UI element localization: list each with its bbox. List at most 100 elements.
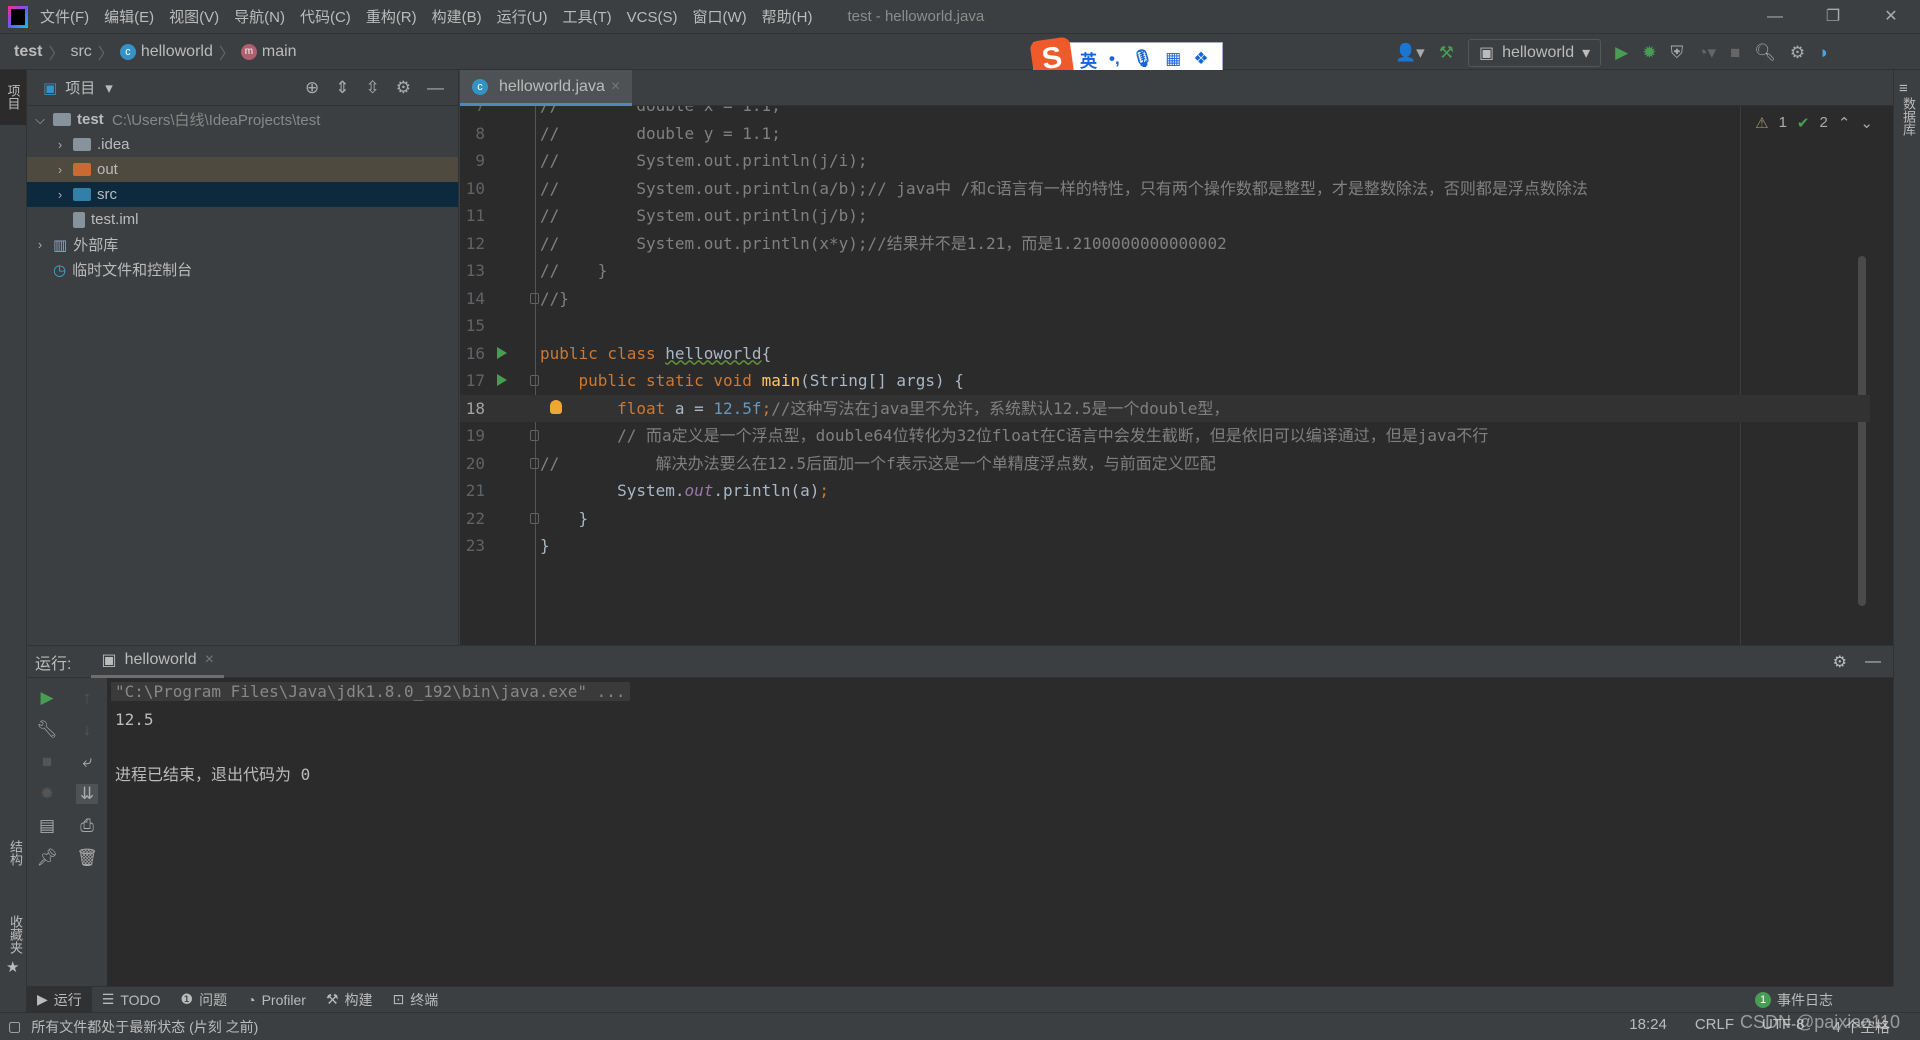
line-number[interactable]: 19: [460, 422, 485, 450]
project-view-select[interactable]: 项目: [65, 77, 95, 98]
chevron-down-icon[interactable]: ⌵: [33, 112, 47, 128]
apps-icon[interactable]: ❖: [1193, 49, 1208, 69]
tab-helloworld-java[interactable]: c helloworld.java ×: [460, 70, 633, 106]
tree-item-scratches[interactable]: ◷ 临时文件和控制台: [27, 257, 458, 282]
status-toggle-icon[interactable]: ▢: [8, 1018, 21, 1035]
tree-item-idea[interactable]: › .idea: [27, 132, 458, 157]
arrow-up-icon[interactable]: ↑: [83, 688, 92, 708]
code-line[interactable]: 12 // System.out.println(x*y);//结果并不是1.21…: [460, 230, 1870, 258]
minimize-button[interactable]: —: [1746, 0, 1804, 34]
scroll-to-end-icon[interactable]: ⇊: [75, 784, 99, 804]
chevron-down-icon[interactable]: ⌄: [1860, 114, 1873, 132]
tree-item-external-libs[interactable]: › ▥ 外部库: [27, 232, 458, 257]
line-number[interactable]: 15: [460, 312, 485, 340]
search-icon[interactable]: 🔍︎: [1754, 43, 1776, 63]
code-line[interactable]: 19 // 而a定义是一个浮点型，double64位转化为32位float在C语…: [460, 422, 1870, 450]
crumb-class[interactable]: helloworld: [141, 43, 213, 61]
stripe-database[interactable]: ≡ 数据库: [1894, 70, 1920, 150]
gear-icon[interactable]: ⚙: [396, 78, 411, 98]
code-area[interactable]: 7 // double x = 1.1; 8 // double y = 1.1; 9 /…: [460, 106, 1870, 645]
menu-file[interactable]: 文件(F): [40, 9, 89, 26]
debug-icon[interactable]: ✹: [40, 784, 54, 804]
stripe-structure[interactable]: 结构: [6, 840, 25, 870]
code-line[interactable]: 15: [460, 312, 1870, 340]
stop-icon[interactable]: ■: [42, 752, 52, 772]
line-number[interactable]: 7: [460, 106, 485, 120]
fold-icon[interactable]: [530, 512, 539, 524]
locate-icon[interactable]: ⊕: [305, 78, 319, 98]
run-icon[interactable]: ▶: [1615, 43, 1628, 63]
trash-icon[interactable]: 🗑︎: [76, 848, 98, 868]
code-line[interactable]: 22 }: [460, 505, 1870, 533]
code-line[interactable]: 7 // double x = 1.1;: [460, 106, 1870, 120]
line-number[interactable]: 14: [460, 285, 485, 313]
event-log-button[interactable]: 1 事件日志: [1745, 987, 1843, 1013]
line-number[interactable]: 21: [460, 477, 485, 505]
close-icon[interactable]: ×: [205, 651, 214, 669]
chevron-up-icon[interactable]: ⌃: [1838, 114, 1851, 132]
line-separator[interactable]: CRLF: [1695, 1016, 1734, 1037]
fold-icon[interactable]: [530, 375, 539, 386]
chevron-right-icon[interactable]: ›: [53, 137, 67, 152]
tool-tab-build[interactable]: ⚒ 构建: [316, 987, 383, 1013]
code-line[interactable]: 20 // 解决办法要么在12.5后面加一个f表示这是一个单精度浮点数，与前面定义…: [460, 450, 1870, 478]
toolbox-icon[interactable]: ◗: [1819, 43, 1829, 63]
gear-icon[interactable]: ⚙: [1833, 652, 1847, 672]
line-number[interactable]: 20: [460, 450, 485, 478]
tool-tab-todo[interactable]: ☰ TODO: [92, 987, 171, 1013]
caret-position[interactable]: 18:24: [1629, 1016, 1667, 1037]
fold-icon[interactable]: [530, 457, 539, 469]
line-number[interactable]: 23: [460, 532, 485, 560]
soft-wrap-icon[interactable]: ⤶: [82, 752, 92, 772]
code-line[interactable]: 8 // double y = 1.1;: [460, 120, 1870, 148]
inspection-widget[interactable]: ⚠ 1 ✔ 2 ⌃ ⌄: [1755, 114, 1873, 132]
print-icon[interactable]: ⎙: [80, 816, 94, 836]
code-line[interactable]: 14 //}: [460, 285, 1870, 313]
hide-icon[interactable]: —: [427, 78, 444, 98]
line-number[interactable]: 8: [460, 120, 485, 148]
line-number[interactable]: 12: [460, 230, 485, 258]
keyboard-icon[interactable]: ▦: [1165, 49, 1181, 69]
chevron-right-icon[interactable]: ›: [33, 237, 47, 252]
code-line[interactable]: 9 // System.out.println(j/i);: [460, 147, 1870, 175]
ime-mode[interactable]: 英: [1080, 47, 1097, 72]
menu-help[interactable]: 帮助(H): [762, 9, 813, 26]
chevron-down-icon[interactable]: ▾: [105, 79, 113, 97]
code-line[interactable]: 17 public static void main(String[] args…: [460, 367, 1870, 395]
ime-punct[interactable]: •,: [1109, 49, 1120, 69]
crumb-src[interactable]: src: [70, 43, 91, 61]
menu-vcs[interactable]: VCS(S): [627, 9, 678, 26]
menu-tools[interactable]: 工具(T): [562, 9, 611, 26]
stop-icon[interactable]: ■: [1730, 43, 1740, 63]
fold-icon[interactable]: [530, 292, 539, 304]
run-tab-helloworld[interactable]: ▣ helloworld ×: [91, 646, 224, 678]
menu-refactor[interactable]: 重构(R): [366, 9, 417, 26]
crumb-method[interactable]: main: [262, 43, 297, 61]
run-config-select[interactable]: ▣ helloworld ▾: [1467, 39, 1602, 67]
build-hammer-icon[interactable]: ⚒: [1439, 43, 1454, 63]
restore-button[interactable]: ❐: [1804, 0, 1862, 34]
user-icon[interactable]: 👤▾: [1395, 43, 1425, 63]
close-button[interactable]: ✕: [1862, 0, 1920, 34]
tree-item-test[interactable]: ⌵ test C:\Users\白线\IdeaProjects\test: [27, 107, 458, 132]
wrench-icon[interactable]: 🔧︎: [36, 720, 58, 740]
run-gutter-icon[interactable]: [497, 346, 507, 359]
console-output[interactable]: "C:\Program Files\Java\jdk1.8.0_192\bin\…: [111, 678, 630, 788]
crumb-project[interactable]: test: [14, 43, 42, 61]
tool-tab-terminal[interactable]: ⊡ 终端: [383, 987, 449, 1013]
chevron-right-icon[interactable]: ›: [53, 187, 67, 202]
run-gutter-icon[interactable]: [497, 374, 507, 386]
stripe-favorites[interactable]: 收藏夹 ★: [6, 915, 25, 976]
menu-edit[interactable]: 编辑(E): [104, 9, 154, 26]
coverage-icon[interactable]: ⛨: [1670, 43, 1683, 63]
profile-icon[interactable]: ◔▾: [1697, 43, 1716, 63]
tool-tab-profiler[interactable]: ◔ Profiler: [237, 987, 316, 1013]
line-number[interactable]: 13: [460, 257, 485, 285]
fold-icon[interactable]: [530, 430, 539, 441]
stripe-project[interactable]: 项目: [0, 70, 26, 125]
tree-item-src[interactable]: › src: [27, 182, 458, 207]
expand-all-icon[interactable]: ⇕: [335, 78, 349, 98]
code-line[interactable]: 13 // }: [460, 257, 1870, 285]
microphone-icon[interactable]: 🎙: [1132, 49, 1154, 69]
line-number[interactable]: 17: [460, 367, 485, 395]
